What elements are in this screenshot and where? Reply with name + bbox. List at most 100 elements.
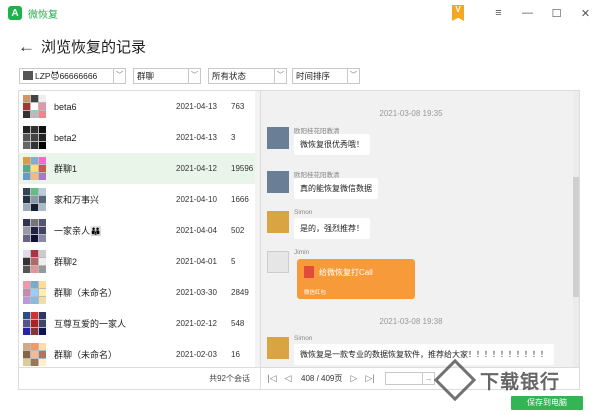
chevron-down-icon: ﹀ [188,69,200,83]
chat-timestamp: 2021-03-08 19:35 [379,109,443,118]
avatar [23,281,46,304]
message-bubble[interactable]: 微恢复很优秀哦！ [294,134,370,155]
status-select-value: 所有状态 [212,71,247,81]
conversation-message-count: 3 [231,133,236,142]
first-page-icon[interactable]: |◁ [267,372,277,384]
conversation-name: 群聊（未命名） [54,288,118,298]
conversation-date: 2021-02-03 [176,350,217,359]
red-packet-title: 给微恢复打Call [319,268,373,277]
conversation-message-count: 2849 [231,288,249,297]
account-select-value: LZP😈66666666 [35,71,98,81]
red-packet[interactable]: 给微恢复打Call 微信红包 [297,259,415,299]
watermark-text: 下载银行 [480,371,561,393]
chat-scroll-thumb[interactable] [573,177,579,297]
chevron-down-icon: ﹀ [113,69,125,83]
page-jump-input[interactable] [385,372,423,385]
avatar [23,188,46,211]
chevron-down-icon: ﹀ [347,69,359,83]
main-panel: beta6 2021-04-13 763 beta2 2021-04-13 3 群聊1 202… [18,90,580,390]
account-select[interactable]: LZP😈66666666 ﹀ [19,68,126,84]
conversation-name: 互尊互爱的一家人 [54,319,127,329]
red-packet-icon [304,266,314,278]
app-title: 微恢复 [28,9,58,21]
conversation-message-count: 502 [231,226,245,235]
go-arrow-icon[interactable]: → [423,372,435,385]
conversation-row[interactable]: 互尊互爱的一家人 2021-02-12 548 [19,308,260,339]
message-sender: Jimin [294,249,310,256]
menu-icon[interactable]: ≡ [484,0,513,26]
vip-badge-icon[interactable]: V [452,5,464,21]
status-select[interactable]: 所有状态 ﹀ [208,68,287,84]
chevron-down-icon: ﹀ [274,69,286,83]
app-logo-icon: A [8,6,22,20]
avatar [23,250,46,273]
conversation-row[interactable]: 群聊2 2021-04-01 5 [19,246,260,277]
avatar [23,219,46,242]
conversation-date: 2021-04-12 [176,164,217,173]
message-bubble[interactable]: 真的能恢复微信数据 [294,178,378,199]
avatar [267,211,289,233]
avatar [23,126,46,149]
conversation-row[interactable]: 一家亲人👪 2021-04-04 502 [19,215,260,246]
type-select-value: 群聊 [137,71,155,81]
conversation-message-count: 5 [231,257,236,266]
chat-scrollbar[interactable] [573,91,579,367]
conversation-date: 2021-03-30 [176,288,217,297]
conversation-message-count: 19596 [231,164,254,173]
watermark-logo-icon [433,358,477,402]
avatar [23,312,46,335]
conversation-name: beta2 [54,132,77,143]
sort-select-value: 时间排序 [296,71,331,81]
conversation-count: 共92个会话 [19,367,260,389]
conversation-name: 家和万事兴 [54,195,100,205]
conversation-name: 群聊1 [54,164,78,174]
message-sender: Simon [294,335,313,342]
avatar [23,343,46,366]
maximize-button[interactable]: ☐ [542,0,571,26]
conversation-name: 群聊2 [54,257,78,267]
conversation-date: 2021-02-12 [176,319,217,328]
account-icon [23,71,33,80]
message-bubble[interactable]: 微恢复是一款专业的数据恢复软件，推荐给大家！！！！！！！！！！ [294,344,554,365]
conversation-message-count: 763 [231,102,245,111]
conversation-row[interactable]: 群聊1 2021-04-12 19596 [19,153,260,184]
red-packet-footer: 微信红包 [304,290,327,296]
minimize-button[interactable]: — [513,0,542,26]
next-page-icon[interactable]: ▷ [349,372,359,384]
conversation-row[interactable]: beta2 2021-04-13 3 [19,122,260,153]
save-to-computer-button[interactable]: 保存到电脑 [511,396,583,410]
avatar [267,251,289,273]
conversation-list: beta6 2021-04-13 763 beta2 2021-04-13 3 群聊1 202… [19,91,260,367]
type-select[interactable]: 群聊 ﹀ [133,68,201,84]
conversation-date: 2021-04-04 [176,226,217,235]
sort-select[interactable]: 时间排序 ﹀ [292,68,360,84]
watermark: 下载银行 [433,358,561,402]
back-arrow-icon[interactable]: ← [18,38,35,55]
page-info: 408 / 409页 [301,374,343,383]
prev-page-icon[interactable]: ◁ [283,372,293,384]
conversation-date: 2021-04-10 [176,195,217,204]
conversation-row[interactable]: 家和万事兴 2021-04-10 1666 [19,184,260,215]
avatar [267,171,289,193]
conversation-pane: beta6 2021-04-13 763 beta2 2021-04-13 3 群聊1 202… [19,91,261,389]
message-bubble[interactable]: 是的，强烈推荐！ [294,218,370,239]
conversation-name: beta6 [54,101,77,112]
chat-timestamp: 2021-03-08 19:38 [379,317,443,326]
avatar [267,127,289,149]
page-header: ← 浏览恢复的记录 [18,36,146,57]
conversation-name: 群聊（未命名） [54,350,118,360]
conversation-scrollbar[interactable] [255,91,260,367]
conversation-row[interactable]: 群聊（未命名） 2021-02-03 16 [19,339,260,367]
conversation-date: 2021-04-13 [176,133,217,142]
conversation-message-count: 1666 [231,195,249,204]
message-sender: Simon [294,209,313,216]
conversation-date: 2021-04-01 [176,257,217,266]
close-button[interactable]: ✕ [571,0,600,26]
avatar [23,157,46,180]
last-page-icon[interactable]: ▷| [365,372,375,384]
conversation-row[interactable]: beta6 2021-04-13 763 [19,91,260,122]
title-bar: A 微恢复 V ≡ — ☐ ✕ [0,0,600,26]
chat-pane: 2021-03-08 19:35 欧阳桂花阳教清 微恢复很优秀哦！ 欧阳桂花阳教… [261,91,579,389]
conversation-date: 2021-04-13 [176,102,217,111]
conversation-row[interactable]: 群聊（未命名） 2021-03-30 2849 [19,277,260,308]
